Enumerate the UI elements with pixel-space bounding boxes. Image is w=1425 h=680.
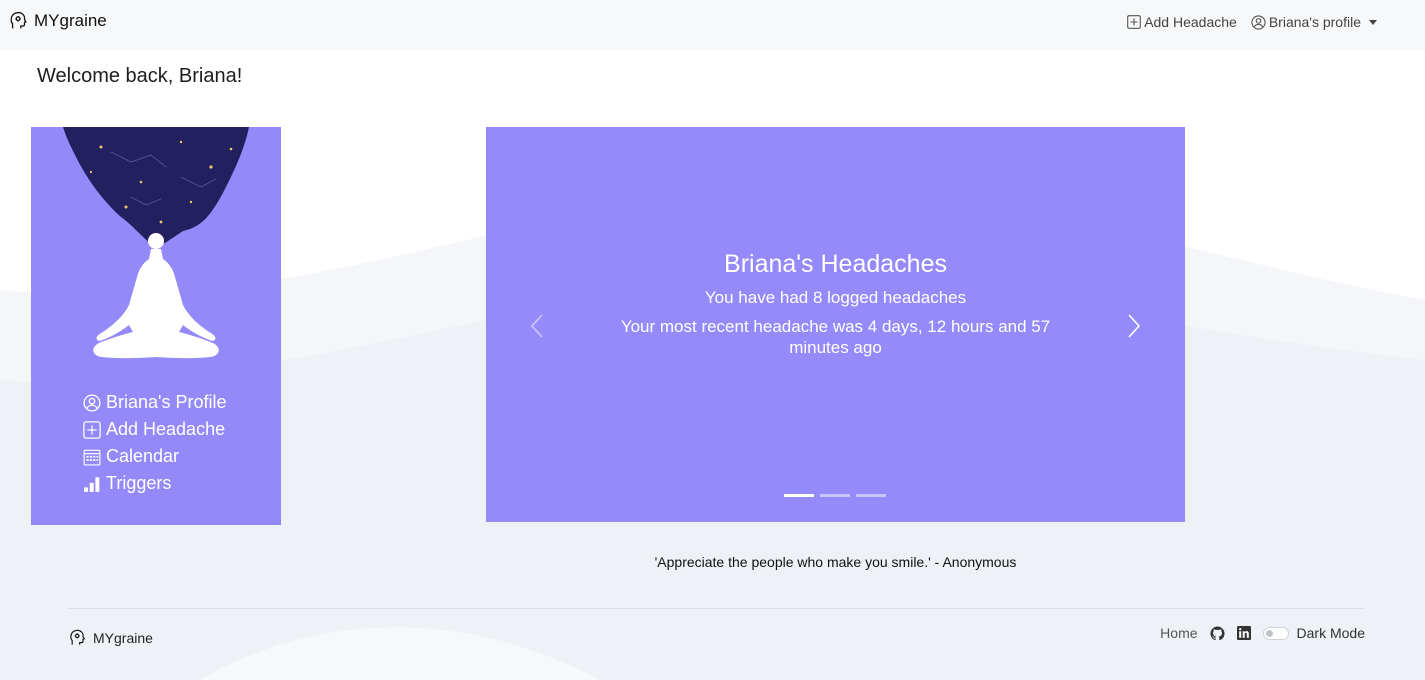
chevron-down-icon (1369, 19, 1377, 25)
headache-count-text: You have had 8 logged headaches (704, 288, 967, 307)
navbar-brand[interactable]: MYgraine (8, 10, 107, 32)
carousel-indicators (784, 494, 892, 497)
carousel-indicator[interactable] (856, 494, 886, 497)
github-link[interactable] (1210, 625, 1225, 641)
calendar-icon (83, 449, 101, 465)
user-circle-icon (83, 393, 101, 412)
nav-add-headache-link[interactable]: Add Headache (1127, 14, 1237, 30)
head-brain-icon (10, 11, 27, 29)
footer-divider (67, 608, 1365, 609)
carousel-indicator[interactable] (784, 494, 814, 497)
footer-home-link[interactable]: Home (1160, 625, 1197, 641)
sidebar-item-label: Triggers (106, 473, 172, 493)
user-circle-icon (1251, 14, 1266, 30)
plus-square-icon (1127, 15, 1142, 29)
plus-square-icon (83, 420, 101, 439)
nav-profile-dropdown[interactable]: Briana's profile (1251, 14, 1377, 30)
dark-mode-label: Dark Mode (1296, 625, 1365, 641)
carousel-prev-icon[interactable] (528, 313, 548, 339)
linkedin-icon (1236, 626, 1251, 640)
github-icon (1210, 625, 1225, 640)
brand-label: MYgraine (34, 11, 107, 30)
carousel-title: Briana's Headaches (724, 250, 947, 278)
meditation-illustration (63, 127, 249, 359)
sidebar-item-label: Add Headache (106, 419, 226, 439)
footer-brand[interactable]: MYgraine (68, 628, 153, 648)
carousel-indicator[interactable] (820, 494, 850, 497)
sidebar-item-profile[interactable]: Briana's Profile (83, 389, 227, 416)
top-navbar: MYgraine Add Headache Briana's profile (0, 0, 1425, 50)
sidebar-item-label: Briana's Profile (106, 392, 227, 412)
sidebar-item-label: Calendar (106, 446, 180, 466)
welcome-heading: Welcome back, Briana! (37, 65, 243, 87)
daily-quote: 'Appreciate the people who make you smil… (654, 554, 1017, 570)
toggle-knob (1265, 629, 1273, 637)
dark-mode-toggle[interactable] (1262, 626, 1289, 640)
footer-brand-label: MYgraine (93, 630, 153, 646)
headache-carousel: Briana's Headaches You have had 8 logged… (486, 127, 1185, 522)
linkedin-link[interactable] (1236, 626, 1251, 640)
bar-chart-icon (84, 476, 100, 492)
sidebar-menu: Briana's Profile Add Headache Calendar T… (83, 389, 227, 497)
nav-profile-label: Briana's profile (1268, 14, 1361, 30)
sidebar-item-triggers[interactable]: Triggers (83, 470, 227, 497)
recent-headache-text: Your most recent headache was 4 days, 12… (620, 317, 1051, 357)
head-brain-icon (70, 629, 86, 645)
sidebar-item-calendar[interactable]: Calendar (83, 443, 227, 470)
sidebar-card: Briana's Profile Add Headache Calendar T… (31, 127, 281, 525)
sidebar-item-add-headache[interactable]: Add Headache (83, 416, 227, 443)
footer-links: Home Dark Mode (1160, 625, 1365, 641)
navbar-actions: Add Headache Briana's profile (1113, 14, 1377, 30)
carousel-next-icon[interactable] (1123, 313, 1143, 339)
nav-add-headache-label: Add Headache (1144, 14, 1237, 30)
